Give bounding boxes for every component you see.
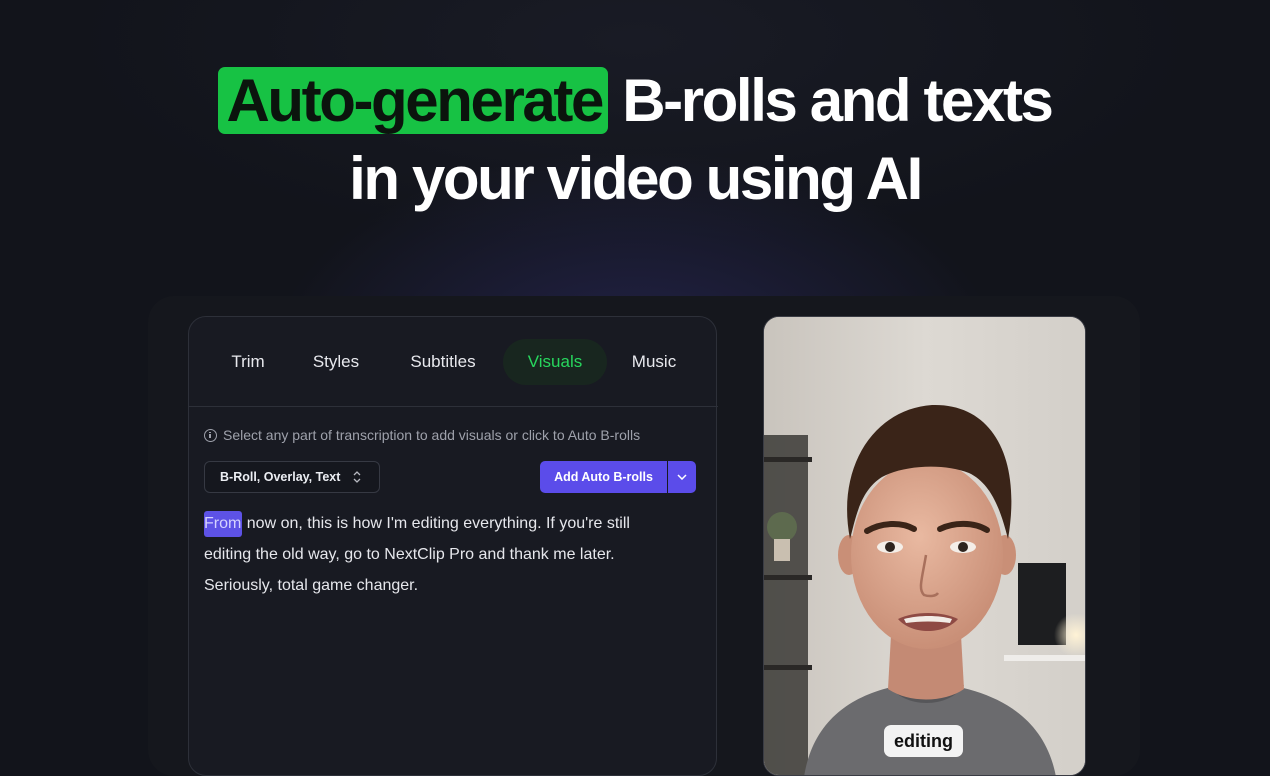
transcript-body: now on, this is how I'm editing everythi… — [204, 515, 630, 594]
visual-type-select[interactable]: B-Roll, Overlay, Text — [204, 461, 380, 493]
video-preview[interactable]: editing — [763, 316, 1086, 776]
headline-line-2: in your video using AI — [349, 145, 923, 212]
transcript-text[interactable]: From now on, this is how I'm editing eve… — [204, 508, 674, 601]
speaker-video-frame — [764, 317, 1085, 775]
editor-panel: Trim Styles Subtitles Visuals Music Sele… — [188, 316, 718, 776]
tab-styles[interactable]: Styles — [296, 339, 376, 385]
tab-visuals[interactable]: Visuals — [503, 339, 607, 385]
chevron-down-icon — [677, 474, 687, 480]
tab-trim[interactable]: Trim — [213, 339, 283, 385]
chevron-up-down-icon — [353, 471, 361, 483]
selected-word[interactable]: From — [204, 511, 243, 537]
headline-line-1-rest: B-rolls and texts — [607, 67, 1054, 134]
headline-highlight: Auto-generate — [218, 67, 608, 134]
info-text: Select any part of transcription to add … — [223, 427, 641, 443]
tab-subtitles[interactable]: Subtitles — [389, 339, 497, 385]
info-hint: Select any part of transcription to add … — [204, 427, 640, 443]
info-icon — [204, 428, 217, 442]
add-auto-brolls-button[interactable]: Add Auto B-rolls — [540, 461, 667, 493]
caption-chip: editing — [884, 725, 963, 757]
headline-line-1: Auto-generate B-rolls and texts — [0, 62, 1270, 140]
add-auto-brolls-group: Add Auto B-rolls — [540, 461, 696, 493]
tab-music[interactable]: Music — [616, 339, 692, 385]
tab-bar: Trim Styles Subtitles Visuals Music — [189, 317, 718, 407]
visual-type-value: B-Roll, Overlay, Text — [220, 470, 341, 484]
page-headline: Auto-generate B-rolls and texts in your … — [0, 62, 1270, 218]
add-options-dropdown-button[interactable] — [668, 461, 696, 493]
